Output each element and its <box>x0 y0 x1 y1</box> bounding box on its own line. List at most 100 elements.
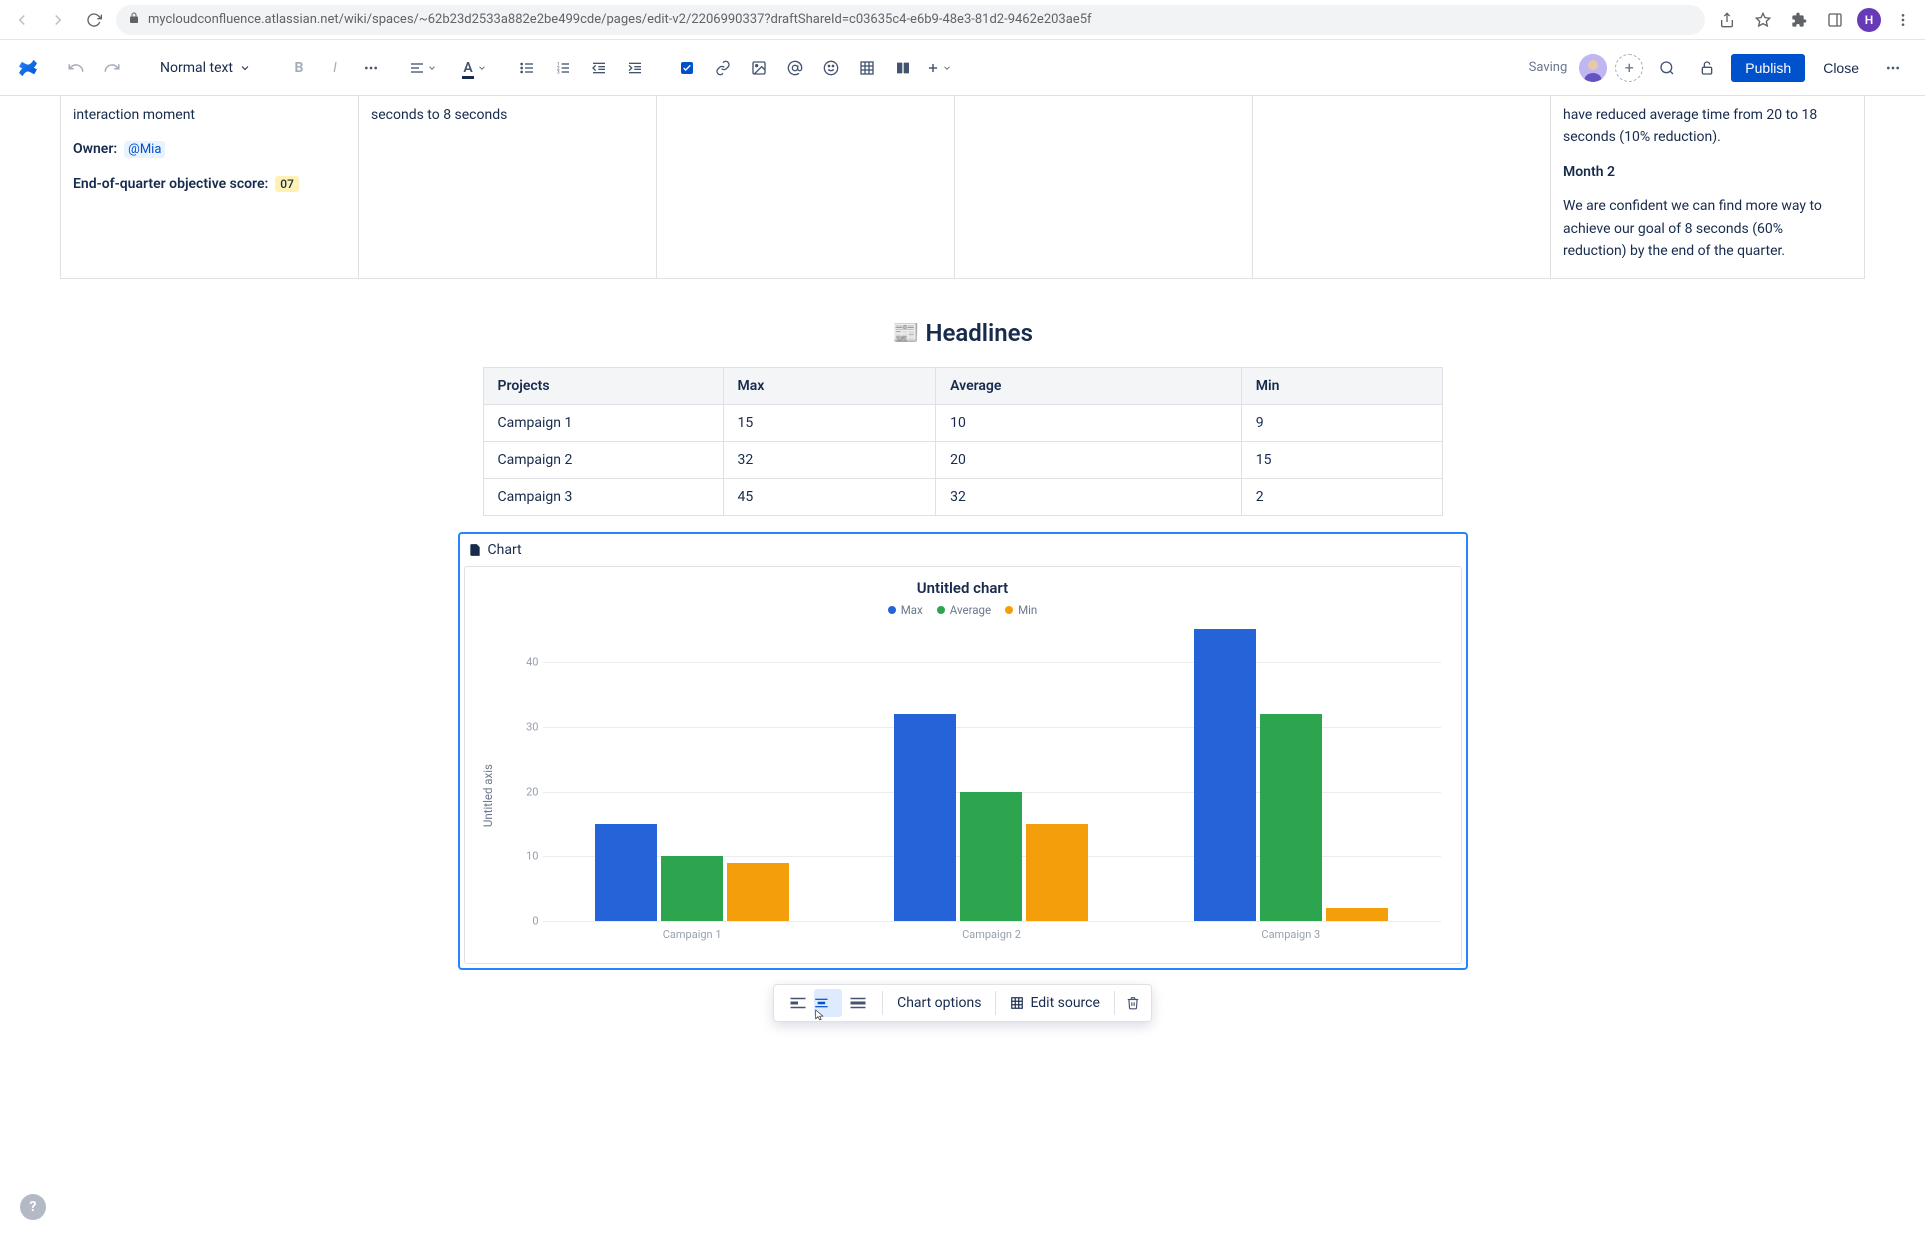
extensions-icon[interactable] <box>1785 6 1813 34</box>
chart-options-button[interactable]: Chart options <box>887 991 991 1015</box>
undo-button[interactable] <box>60 52 92 84</box>
align-wide-button[interactable] <box>844 989 872 1017</box>
close-button[interactable]: Close <box>1813 54 1869 82</box>
table-cell[interactable]: 15 <box>1241 442 1442 479</box>
bar-group: Campaign 2 <box>842 629 1141 921</box>
find-button[interactable] <box>1651 52 1683 84</box>
table-cell[interactable]: 45 <box>723 479 936 516</box>
bar-group: Campaign 1 <box>543 629 842 921</box>
browser-url-bar[interactable]: mycloudconfluence.atlassian.net/wiki/spa… <box>116 5 1705 35</box>
user-mention[interactable]: @Mia <box>124 141 165 158</box>
table-header[interactable]: Projects <box>483 368 723 405</box>
y-tick-label: 30 <box>513 720 539 733</box>
edit-source-button[interactable]: Edit source <box>1000 991 1109 1015</box>
table-row[interactable]: Campaign 2322015 <box>483 442 1442 479</box>
chart-macro-header: Chart <box>464 538 1462 566</box>
x-tick-label: Campaign 2 <box>962 928 1021 941</box>
restrictions-button[interactable] <box>1691 52 1723 84</box>
empty-cell[interactable] <box>657 96 955 278</box>
newspaper-emoji-icon: 📰 <box>892 321 919 346</box>
headlines-heading[interactable]: 📰 Headlines <box>0 319 1925 347</box>
bar <box>1026 824 1088 921</box>
publish-button[interactable]: Publish <box>1731 54 1805 82</box>
insert-button[interactable] <box>923 52 955 84</box>
headlines-table[interactable]: ProjectsMaxAverageMin Campaign 115109Cam… <box>483 367 1443 516</box>
indent-button[interactable] <box>619 52 651 84</box>
objective-cell[interactable]: interaction moment Owner: @Mia End-of-qu… <box>61 96 359 278</box>
action-item-button[interactable] <box>671 52 703 84</box>
bar <box>1260 714 1322 922</box>
legend-item: Min <box>1005 603 1037 617</box>
star-icon[interactable] <box>1749 6 1777 34</box>
browser-reload-icon[interactable] <box>80 6 108 34</box>
browser-back-icon[interactable] <box>8 6 36 34</box>
sidepanel-icon[interactable] <box>1821 6 1849 34</box>
confluence-logo-icon[interactable] <box>16 56 40 80</box>
table-cell[interactable]: Campaign 3 <box>483 479 723 516</box>
score-badge: 07 <box>275 176 299 192</box>
bar-group: Campaign 3 <box>1141 629 1440 921</box>
table-row[interactable]: Campaign 345322 <box>483 479 1442 516</box>
table-header[interactable]: Max <box>723 368 936 405</box>
mention-button[interactable] <box>779 52 811 84</box>
chart-title: Untitled chart <box>477 579 1449 597</box>
bar <box>1326 908 1388 921</box>
table-row[interactable]: Campaign 115109 <box>483 405 1442 442</box>
table-cell[interactable]: 32 <box>936 479 1242 516</box>
kr-cell[interactable]: seconds to 8 seconds <box>359 96 657 278</box>
table-cell[interactable]: 2 <box>1241 479 1442 516</box>
bullet-list-button[interactable] <box>511 52 543 84</box>
bar <box>595 824 657 921</box>
table-cell[interactable]: 32 <box>723 442 936 479</box>
invite-button[interactable]: + <box>1615 54 1643 82</box>
link-button[interactable] <box>707 52 739 84</box>
layouts-button[interactable] <box>887 52 919 84</box>
browser-profile-avatar[interactable]: H <box>1857 8 1881 32</box>
image-button[interactable] <box>743 52 775 84</box>
legend-dot-icon <box>1005 606 1013 614</box>
table-cell[interactable]: 9 <box>1241 405 1442 442</box>
browser-menu-icon[interactable] <box>1889 6 1917 34</box>
chevron-down-icon <box>427 63 437 73</box>
table-cell[interactable]: 15 <box>723 405 936 442</box>
legend-dot-icon <box>937 606 945 614</box>
bar <box>894 714 956 922</box>
table-icon <box>1010 996 1024 1010</box>
text-color-button[interactable]: A <box>459 52 491 84</box>
empty-cell[interactable] <box>1253 96 1551 278</box>
share-icon[interactable] <box>1713 6 1741 34</box>
more-actions-button[interactable] <box>1877 52 1909 84</box>
svg-text:3: 3 <box>557 69 560 75</box>
bold-button[interactable]: B <box>283 52 315 84</box>
help-button[interactable]: ? <box>20 1194 46 1220</box>
outdent-button[interactable] <box>583 52 615 84</box>
emoji-button[interactable] <box>815 52 847 84</box>
redo-button[interactable] <box>96 52 128 84</box>
notes-cell[interactable]: have reduced average time from 20 to 18 … <box>1551 96 1851 278</box>
table-cell[interactable]: Campaign 2 <box>483 442 723 479</box>
table-button[interactable] <box>851 52 883 84</box>
italic-button[interactable]: I <box>319 52 351 84</box>
y-tick-label: 0 <box>513 915 539 928</box>
align-center-button[interactable] <box>814 989 842 1017</box>
bar <box>661 856 723 921</box>
chevron-down-icon <box>477 63 487 73</box>
user-avatar[interactable] <box>1579 54 1607 82</box>
table-cell[interactable]: 10 <box>936 405 1242 442</box>
more-formatting-button[interactable] <box>355 52 387 84</box>
table-header[interactable]: Min <box>1241 368 1442 405</box>
chevron-down-icon <box>239 62 251 74</box>
table-header[interactable]: Average <box>936 368 1242 405</box>
delete-button[interactable] <box>1119 989 1147 1017</box>
align-button[interactable] <box>407 52 439 84</box>
align-left-button[interactable] <box>784 989 812 1017</box>
empty-cell[interactable] <box>955 96 1253 278</box>
objectives-table-row[interactable]: interaction moment Owner: @Mia End-of-qu… <box>60 96 1865 279</box>
table-cell[interactable]: Campaign 1 <box>483 405 723 442</box>
table-cell[interactable]: 20 <box>936 442 1242 479</box>
chevron-down-icon <box>942 63 952 73</box>
text-style-select[interactable]: Normal text <box>152 56 259 80</box>
chart-macro[interactable]: Chart Untitled chart MaxAverageMin Untit… <box>458 532 1468 970</box>
browser-forward-icon[interactable] <box>44 6 72 34</box>
numbered-list-button[interactable]: 123 <box>547 52 579 84</box>
